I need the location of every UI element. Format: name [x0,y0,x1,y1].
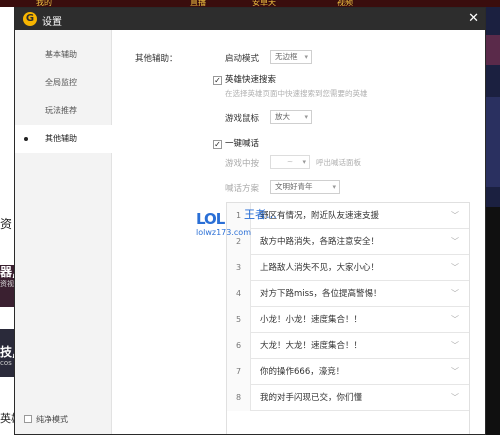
game-hotkey-select[interactable]: ~ ▾ [270,155,310,169]
sidebar-item-basic-assist[interactable]: 基本辅助 [15,41,112,69]
settings-sidebar: 基本辅助 全局监控 玩法推荐 其他辅助 纯净模式 [15,30,112,434]
settings-content: 其他辅助： 启动模式 无边框 ▾ ✓ 英雄快速搜索 在选择英雄页面中快速搜索到您需要… [112,30,485,434]
background-topbar: 我的 直播 安卓天 视频 [0,0,500,7]
list-item[interactable]: 7 你的操作666，濠竞！ ﹀ [227,359,469,385]
sidebar-item-other-assist[interactable]: 其他辅助 [15,125,112,153]
quick-shout-label: 一键喊话 [225,139,260,149]
phrase-text: 我的对手闪现已交，你们懂 [260,393,363,403]
background-image [486,97,500,187]
row-number: 5 [227,307,251,333]
background-left-strip: 资 器, 资视 技, cos [0,7,14,435]
checkbox-icon[interactable] [24,415,32,423]
row-number: 7 [227,359,251,385]
list-item[interactable]: 3 上路敌人消失不见，大家小心！ ﹀ [227,255,469,281]
chevron-down-icon[interactable]: ﹀ [451,307,459,333]
hero-search-hint: 在选择英雄页面中快速搜索到您需要的英雄 [225,89,368,98]
watermark-logo-text: LOL [196,210,225,228]
active-dot-icon [24,137,28,141]
pure-mode-label: 纯净模式 [36,415,68,424]
phrase-text: 大龙！大龙！速度集合！！ [260,341,363,351]
chevron-down-icon[interactable]: ﹀ [451,359,459,385]
chevron-down-icon[interactable]: ﹀ [451,281,459,307]
background-image [486,35,500,65]
sidebar-item-label: 基本辅助 [45,50,77,59]
chevron-down-icon: ▾ [302,158,306,166]
dialog-title: 设置 [42,17,62,28]
shout-scheme-select[interactable]: 文明好青年 ▾ [270,180,340,194]
list-item[interactable]: 8 我的对手闪现已交，你们懂 ﹀ [227,385,469,411]
background-bottom: 英雄观战 [0,408,44,435]
chevron-down-icon[interactable]: ﹀ [451,255,459,281]
row-number: 8 [227,385,251,411]
section-label: 其他辅助： [135,54,178,64]
chevron-down-icon: ▾ [304,53,308,61]
chevron-down-icon[interactable]: ﹀ [451,385,459,411]
chevron-down-icon[interactable]: ﹀ [451,229,459,255]
sidebar-item-label: 玩法推荐 [45,106,77,115]
phrase-text: 你的操作666，濠竞！ [260,367,345,377]
row-number: 3 [227,255,251,281]
background-image [486,207,500,435]
pure-mode-checkbox[interactable]: 纯净模式 [24,414,68,425]
phrase-text: 对方下路miss，各位提高警惕！ [260,289,382,299]
watermark-site-text: lolwz173.com [196,228,251,237]
sidebar-item-global-monitor[interactable]: 全局监控 [15,69,112,97]
app-logo-icon: G [23,12,37,26]
titlebar: G 设置 ✕ [15,8,485,30]
watermark-logo: LOL 王者… lolwz173.com [196,208,316,240]
phrase-text: 上路敌人消失不见，大家小心！ [260,263,380,273]
launch-mode-label: 启动模式 [225,54,260,64]
hero-search-label: 英雄快速搜索 [225,75,277,85]
select-value: 放大 [275,112,290,121]
sidebar-item-label: 其他辅助 [45,134,77,143]
row-number: 4 [227,281,251,307]
bg-text: 资视 [0,280,14,288]
bg-text: cos [0,359,12,367]
game-mouse-label: 游戏鼠标 [225,114,260,124]
checkmark-icon[interactable]: ✓ [213,140,222,149]
launch-mode-select[interactable]: 无边框 ▾ [270,50,312,64]
game-mouse-select[interactable]: 放大 ▾ [270,110,312,124]
close-icon[interactable]: ✕ [468,11,479,26]
game-hotkey-suffix: 呼出喊话面板 [316,158,361,167]
chevron-down-icon: ▾ [304,113,308,121]
watermark-cn-text: 王者… [244,208,277,221]
chevron-down-icon[interactable]: ﹀ [451,333,459,359]
quick-shout-checkbox[interactable]: ✓ 一键喊话 [213,137,259,149]
background-right-strip [486,7,500,435]
chevron-down-icon[interactable]: ﹀ [451,203,459,229]
bg-text: 资 [0,217,13,231]
sidebar-item-label: 全局监控 [45,78,77,87]
select-value: 无边框 [275,52,298,61]
list-item[interactable]: 6 大龙！大龙！速度集合！！ ﹀ [227,333,469,359]
select-value: 文明好青年 [275,182,313,191]
bg-text: 技, [0,345,14,359]
settings-dialog: G 设置 ✕ 基本辅助 全局监控 玩法推荐 其他辅助 纯净模式 其他辅助： 启动… [14,7,486,435]
select-value: ~ [286,157,294,166]
bg-text: 器, [0,265,14,279]
list-item[interactable]: 5 小龙！小龙！速度集合！！ ﹀ [227,307,469,333]
row-number: 6 [227,333,251,359]
phrase-text: 小龙！小龙！速度集合！！ [260,315,363,325]
list-item[interactable]: 4 对方下路miss，各位提高警惕！ ﹀ [227,281,469,307]
game-hotkey-label: 游戏中按 [225,159,260,169]
chevron-down-icon: ▾ [332,183,336,191]
sidebar-item-play-recommend[interactable]: 玩法推荐 [15,97,112,125]
shout-scheme-label: 喊话方案 [225,184,260,194]
hero-search-checkbox[interactable]: ✓ 英雄快速搜索 [213,73,276,85]
checkmark-icon[interactable]: ✓ [213,76,222,85]
